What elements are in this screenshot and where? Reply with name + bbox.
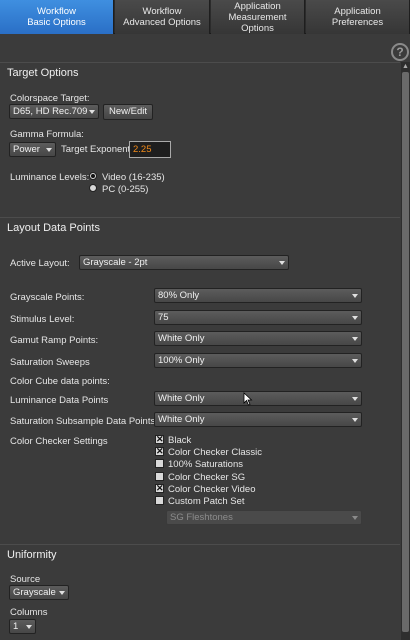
gamma-formula-select[interactable]: Power [9,142,56,157]
chevron-down-icon [352,397,358,401]
chevron-down-icon [352,337,358,341]
saturation-subsample-label: Saturation Subsample Data Points [10,416,156,427]
radio-video-label: Video (16-235) [102,172,165,183]
checkbox-100-saturations[interactable] [155,459,164,468]
radio-pc[interactable] [89,184,97,192]
radio-pc-label: PC (0-255) [102,184,149,195]
help-icon[interactable]: ? [391,43,409,61]
luminance-levels-label: Luminance Levels: [10,172,90,183]
checkbox-color-checker-sg-label: Color Checker SG [168,472,246,483]
checkbox-black[interactable]: ✕ [155,435,164,444]
target-exponent-input[interactable]: 2.25 [129,141,171,158]
vertical-scrollbar[interactable]: ▲ [401,62,410,640]
select-value: White Only [158,333,205,344]
grayscale-points-select[interactable]: 80% Only [154,288,362,303]
checkbox-color-checker-sg[interactable] [155,472,164,481]
checkbox-color-checker-video[interactable]: ✕ [155,484,164,493]
chevron-down-icon [89,110,95,114]
saturation-subsample-select[interactable]: White Only [154,412,362,427]
tab-bar: Workflow Basic Options Workflow Advanced… [0,0,410,34]
select-value: 80% Only [158,290,200,301]
checkbox-black-label: Black [168,435,192,446]
chevron-down-icon [352,359,358,363]
checkbox-color-checker-video-label: Color Checker Video [168,484,256,495]
luminance-data-points-label: Luminance Data Points [10,395,109,406]
select-value: D65, HD Rec.709 [13,106,88,117]
color-cube-label: Color Cube data points: [10,376,110,387]
custom-patch-set-select: SG Fleshtones [166,510,362,525]
chevron-down-icon [352,516,358,520]
columns-label: Columns [10,607,48,618]
layout-data-points-header: Layout Data Points [0,217,400,239]
tab-application-preferences[interactable]: Application Preferences [306,0,410,34]
stimulus-level-select[interactable]: 75 [154,310,362,325]
checkbox-color-checker-classic-label: Color Checker Classic [168,447,262,458]
gamma-label: Gamma Formula: [10,129,84,140]
stimulus-level-label: Stimulus Level: [10,314,75,325]
tab-line1: Application [234,0,281,12]
section-title: Layout Data Points [7,222,100,234]
tab-line1: Workflow [37,6,76,17]
select-value: 75 [158,312,169,323]
checkbox-100-saturations-label: 100% Saturations [168,459,243,470]
scroll-up-icon[interactable]: ▲ [401,62,410,71]
chevron-down-icon [352,418,358,422]
tab-line1: Workflow [142,6,182,17]
checkbox-custom-patch-set-label: Custom Patch Set [168,496,245,507]
chevron-down-icon [46,148,52,152]
target-options-header: Target Options [0,62,400,84]
chevron-down-icon [59,591,65,595]
tab-line2: Preferences [331,17,384,28]
chevron-down-icon [352,316,358,320]
mouse-pointer-icon [243,392,253,406]
select-value: 1 [13,621,19,632]
chevron-down-icon [26,625,32,629]
tab-application-measurement-options[interactable]: Application Measurement Options [211,0,305,34]
tab-workflow-advanced-options[interactable]: Workflow Advanced Options [115,0,210,34]
gamut-ramp-select[interactable]: White Only [154,331,362,346]
section-title: Uniformity [7,549,57,561]
select-value: Grayscale [13,587,56,598]
tab-line1: Application [334,6,381,17]
tab-line2: Basic Options [27,17,86,28]
luminance-data-points-select[interactable]: White Only [154,391,362,406]
tab-line2: Advanced Options [123,17,201,28]
select-value: White Only [158,414,205,425]
select-value: White Only [158,393,205,404]
select-value: Grayscale - 2pt [83,257,148,268]
uniformity-header: Uniformity [0,544,400,566]
active-layout-label: Active Layout: [10,258,70,269]
color-checker-settings-label: Color Checker Settings [10,436,108,447]
columns-select[interactable]: 1 [9,619,36,634]
select-value: 100% Only [158,355,205,366]
active-layout-select[interactable]: Grayscale - 2pt [79,255,289,270]
chevron-down-icon [352,294,358,298]
chevron-down-icon [279,261,285,265]
section-title: Target Options [7,67,79,79]
gamut-ramp-label: Gamut Ramp Points: [10,335,99,346]
saturation-sweeps-select[interactable]: 100% Only [154,353,362,368]
colorspace-label: Colorspace Target: [10,93,90,104]
grayscale-points-label: Grayscale Points: [10,292,85,303]
select-value: Power [13,144,40,155]
saturation-sweeps-label: Saturation Sweeps [10,357,90,368]
select-value: SG Fleshtones [170,512,233,523]
tab-workflow-basic-options[interactable]: Workflow Basic Options [0,0,114,34]
radio-video[interactable] [89,172,97,180]
new-edit-button[interactable]: New/Edit [103,104,153,120]
source-select[interactable]: Grayscale [9,585,69,600]
colorspace-select[interactable]: D65, HD Rec.709 [9,104,99,119]
tab-line2: Measurement Options [228,11,287,34]
source-label: Source [10,574,41,585]
checkbox-custom-patch-set[interactable] [155,496,164,505]
target-exponent-label: Target Exponent [61,144,131,155]
scrollbar-thumb[interactable] [402,72,409,632]
checkbox-color-checker-classic[interactable]: ✕ [155,447,164,456]
